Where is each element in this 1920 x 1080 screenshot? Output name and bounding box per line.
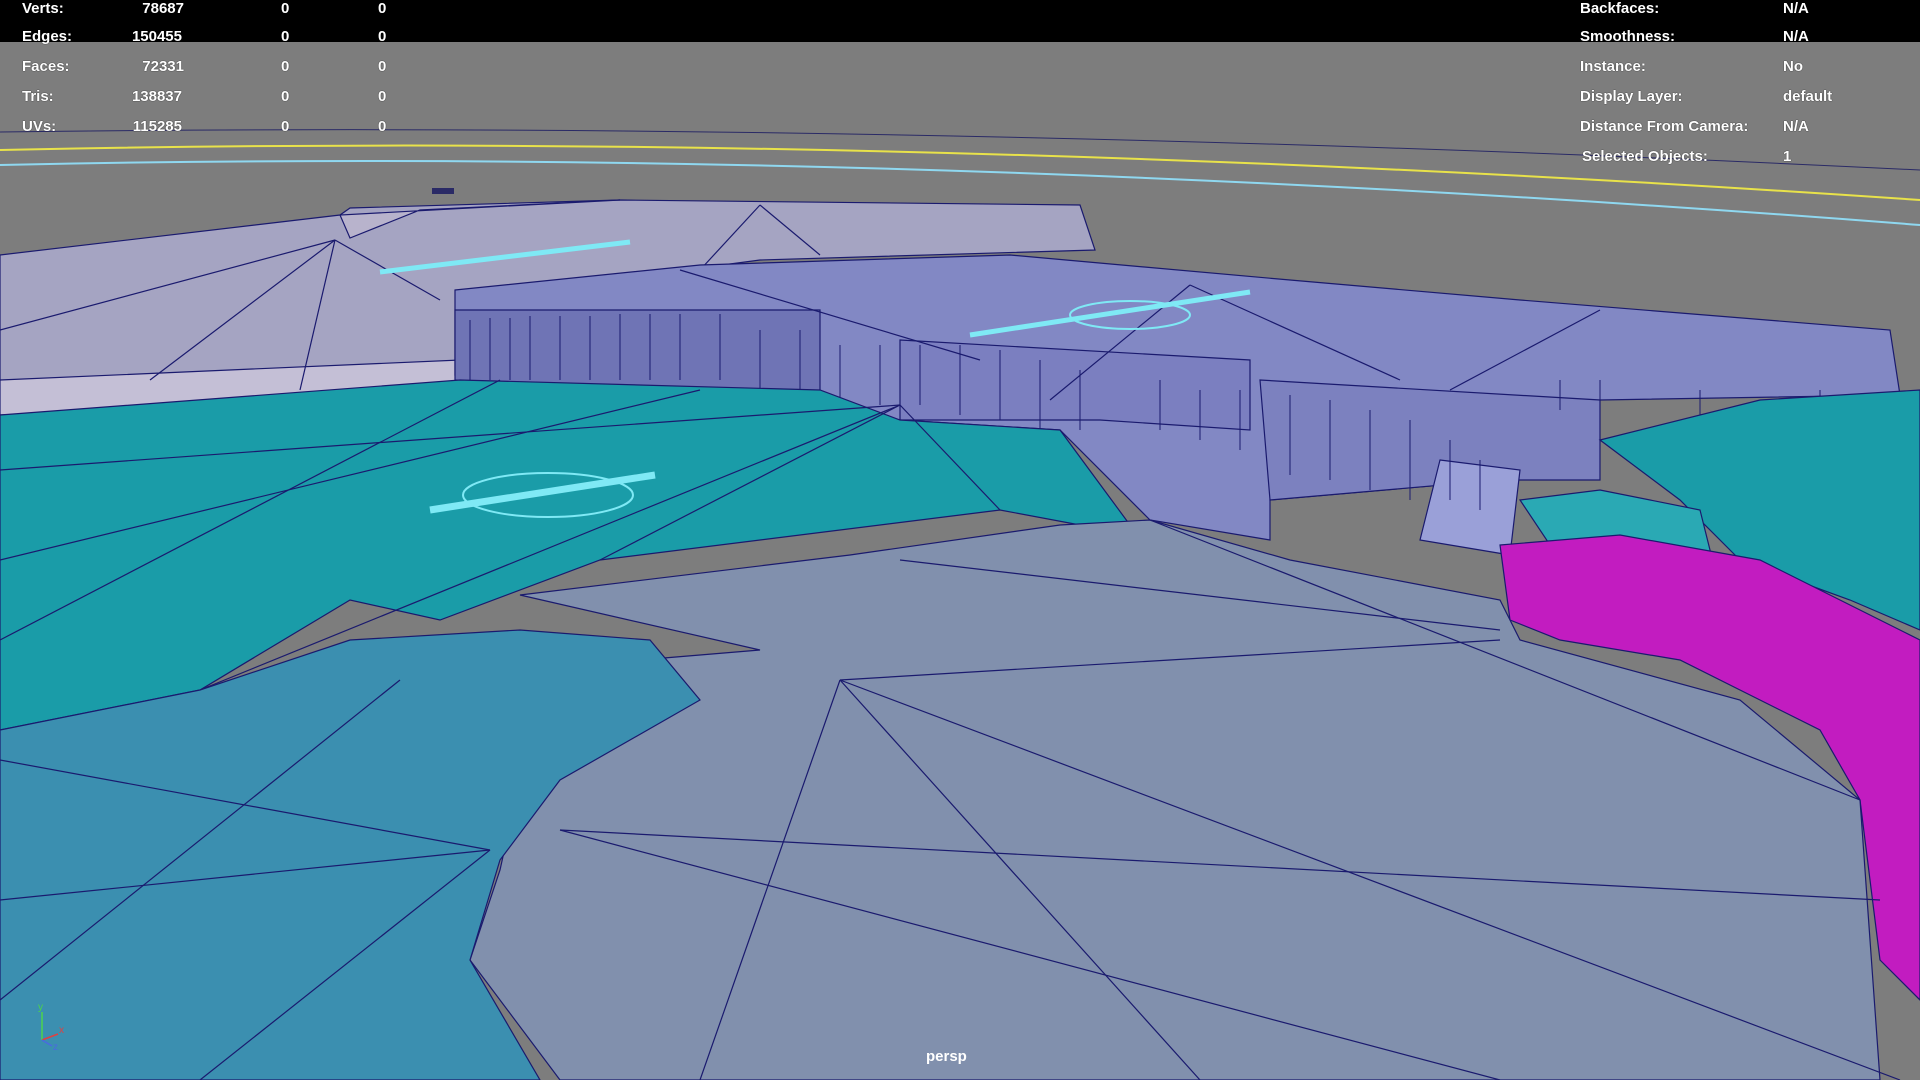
stat-label-verts: Verts: [22,0,64,17]
axis-label-y: y [38,1002,43,1013]
stat-label-uvs: UVs: [22,118,57,135]
info-value-backfaces: N/A [1783,0,1809,17]
info-value-display-layer: default [1783,88,1833,105]
stat-extra-edges: 0 [378,28,387,45]
info-label-selected-objects: Selected Objects: [1582,148,1708,165]
stat-total-edges: 150455 [131,28,182,45]
axis-gizmo-icon: y x z [38,1002,64,1050]
stat-extra-verts: 0 [378,0,387,17]
stat-label-faces: Faces: [22,58,70,75]
info-label-smoothness: Smoothness: [1580,28,1676,45]
camera-name-label: persp [926,1048,967,1065]
stat-extra-faces: 0 [378,58,387,75]
info-value-distance: N/A [1783,118,1809,135]
info-value-selected-objects: 1 [1783,148,1792,165]
info-value-smoothness: N/A [1783,28,1809,45]
axis-label-x: x [59,1025,64,1036]
stat-selected-faces: 0 [281,58,290,75]
stat-label-edges: Edges: [22,28,73,45]
info-label-display-layer: Display Layer: [1580,88,1683,105]
stat-selected-verts: 0 [281,0,290,17]
stat-total-uvs: 115285 [132,118,182,135]
selection-marker [432,188,454,194]
stat-selected-edges: 0 [281,28,290,45]
stat-extra-uvs: 0 [378,118,387,135]
stat-total-tris: 138837 [131,88,182,105]
info-label-distance: Distance From Camera: [1580,118,1749,135]
stat-extra-tris: 0 [378,88,387,105]
stat-selected-tris: 0 [281,88,290,105]
stat-label-tris: Tris: [22,88,54,105]
stat-selected-uvs: 0 [281,118,290,135]
stat-total-faces: 72331 [142,58,184,75]
info-label-instance: Instance: [1580,58,1646,75]
info-value-instance: No [1783,58,1803,75]
stat-total-verts: 78687 [142,0,184,17]
info-label-backfaces: Backfaces: [1580,0,1660,17]
axis-label-z: z [53,1042,58,1050]
